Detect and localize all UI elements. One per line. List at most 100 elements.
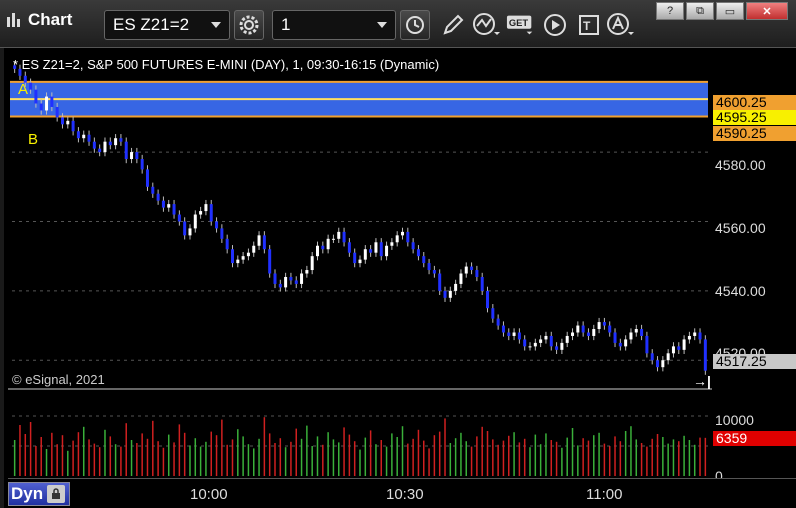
- candle-body: [533, 342, 537, 347]
- clock-button[interactable]: [400, 10, 430, 40]
- settings-gear-button[interactable]: [234, 10, 264, 40]
- candle-body: [284, 276, 288, 288]
- price-volume-chart[interactable]: AB: [4, 48, 796, 478]
- candle-body: [406, 231, 410, 243]
- interval-input[interactable]: 1: [272, 10, 396, 40]
- candle-body: [220, 228, 224, 239]
- candle-body: [230, 249, 234, 264]
- close-icon: ✕: [762, 5, 772, 18]
- candle-body: [55, 106, 59, 118]
- get-data-button[interactable]: GET: [506, 10, 536, 40]
- candle-body: [565, 335, 569, 343]
- candle-body: [103, 141, 107, 153]
- candle-body: [167, 204, 171, 208]
- scroll-to-end-icon[interactable]: →|: [693, 373, 711, 389]
- candle-body: [135, 152, 139, 160]
- candle-body: [71, 120, 75, 132]
- alert-icon: [607, 13, 634, 35]
- candle-body: [140, 159, 144, 170]
- candle-body: [310, 256, 314, 271]
- candle-body: [305, 270, 309, 274]
- restore-button[interactable]: ⧉: [686, 2, 714, 20]
- candle-body: [666, 353, 670, 361]
- candle-body: [145, 169, 149, 187]
- candle-body: [209, 204, 213, 222]
- candle-body: [34, 89, 38, 104]
- candle-body: [369, 249, 373, 253]
- candle-body: [177, 214, 181, 222]
- candle-body: [60, 117, 64, 125]
- get-icon: GET: [506, 15, 533, 35]
- candle-body: [50, 96, 54, 107]
- candle-body: [29, 82, 33, 90]
- lock-icon[interactable]: [47, 485, 66, 503]
- candle-body: [183, 221, 187, 236]
- candle-body: [337, 231, 341, 239]
- candle-body: [172, 204, 176, 215]
- candle-body: [395, 235, 399, 243]
- price-axis-label: 4560.00: [715, 220, 766, 236]
- candle-body: [300, 273, 304, 284]
- candle-body: [45, 96, 49, 111]
- candle-body: [294, 280, 298, 284]
- candle-body: [385, 245, 389, 257]
- chevron-down-icon[interactable]: [377, 22, 387, 28]
- candle-body: [475, 270, 479, 277]
- candle-body: [188, 228, 192, 236]
- candle-body: [347, 242, 351, 253]
- price-axis-label: 4580.00: [715, 157, 766, 173]
- template-button[interactable]: T: [574, 10, 604, 40]
- chart-area[interactable]: AB * ES Z21=2, S&P 500 FUTURES E-MINI (D…: [0, 48, 796, 508]
- play-button[interactable]: [540, 10, 570, 40]
- candle-body: [87, 134, 91, 142]
- copyright-text: © eSignal, 2021: [12, 372, 105, 387]
- candle-body: [507, 332, 511, 336]
- alert-button[interactable]: [606, 10, 636, 40]
- candle-body: [624, 339, 628, 347]
- candle-body: [379, 242, 383, 257]
- candle-body: [236, 259, 240, 264]
- candle-body: [661, 360, 665, 368]
- marker-a: A: [18, 81, 28, 98]
- template-icon: T: [579, 15, 599, 35]
- maximize-icon: ▭: [724, 5, 736, 18]
- candle-body: [289, 276, 293, 281]
- candle-body: [246, 252, 250, 257]
- candle-body: [523, 339, 527, 347]
- dynamic-button[interactable]: Dyn: [8, 482, 70, 506]
- candle-body: [326, 238, 330, 250]
- pencil-icon: [443, 14, 464, 35]
- panel-divider[interactable]: [8, 388, 712, 390]
- question-icon: ?: [666, 5, 674, 17]
- studies-button[interactable]: [472, 10, 502, 40]
- candle-body: [215, 221, 219, 229]
- last-price-tag: 4517.25: [713, 354, 796, 369]
- volume-tag: 6359: [713, 431, 796, 446]
- play-icon: [544, 14, 566, 36]
- candle-body: [342, 231, 346, 243]
- candle-body: [576, 325, 580, 333]
- candle-body: [130, 152, 134, 160]
- help-button[interactable]: ?: [656, 2, 684, 20]
- candle-body: [268, 249, 272, 274]
- draw-tool-button[interactable]: [438, 10, 468, 40]
- candle-body: [592, 329, 596, 336]
- close-button[interactable]: ✕: [746, 2, 788, 20]
- candle-body: [448, 290, 452, 298]
- candle-body: [432, 270, 436, 274]
- marker-b: B: [28, 131, 38, 148]
- candle-body: [581, 325, 585, 333]
- clock-icon: [406, 16, 424, 34]
- maximize-button[interactable]: ▭: [716, 2, 744, 20]
- candle-body: [486, 290, 490, 309]
- dynamic-label: Dyn: [11, 484, 44, 503]
- candle-body: [39, 103, 43, 111]
- candle-body: [390, 242, 394, 246]
- gear-icon: [239, 15, 259, 35]
- lower-band-tag: 4590.25: [713, 126, 796, 141]
- symbol-input[interactable]: ES Z21=2: [104, 10, 230, 40]
- candle-body: [278, 283, 282, 288]
- candle-body: [151, 186, 155, 194]
- chevron-down-icon[interactable]: [211, 22, 221, 28]
- candle-body: [252, 245, 256, 253]
